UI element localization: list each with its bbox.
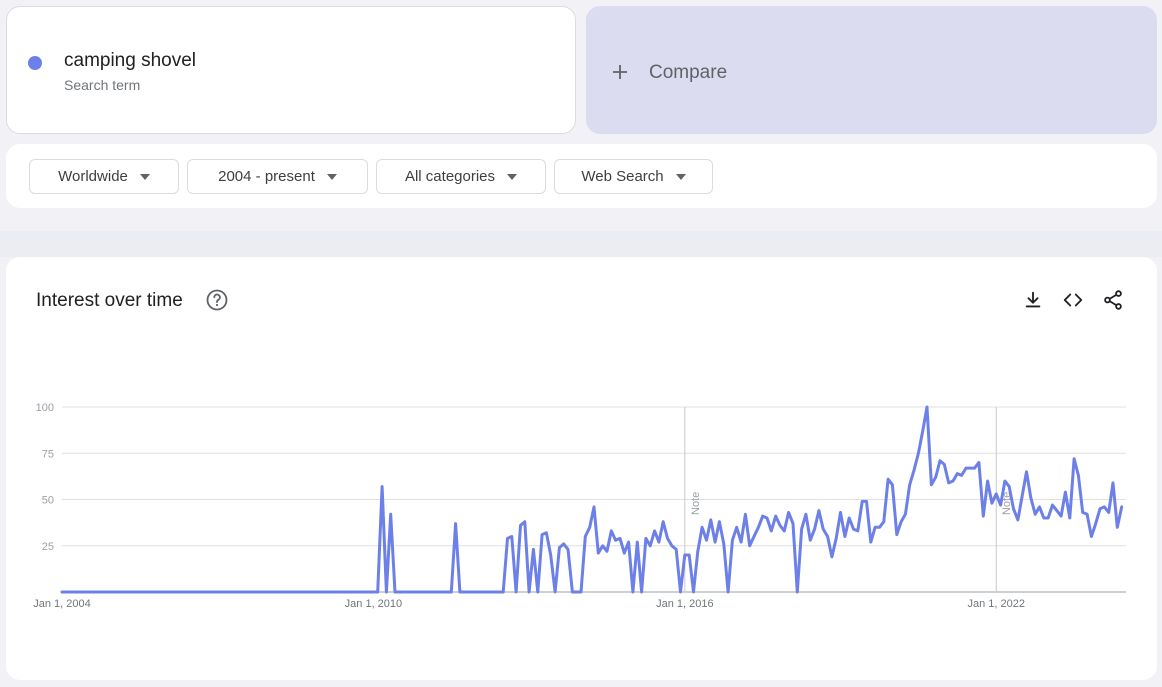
search-term-type: Search term	[64, 77, 141, 93]
y-tick-label: 50	[42, 495, 54, 507]
interest-over-time-card: Interest over time Note Note 100 75 50 25 Jan…	[6, 257, 1157, 680]
dropdown-arrow-icon	[326, 173, 337, 180]
interest-line-chart: Note Note 100755025Jan 1, 2004 Jan 1, 2010…	[33, 402, 1126, 610]
y-tick-label: 100	[36, 402, 54, 414]
x-tick-label: Jan 1, 2022	[967, 598, 1025, 610]
search-type-select-label: Web Search	[581, 168, 664, 185]
compare-label: Compare	[649, 62, 728, 83]
search-term-name[interactable]: camping shovel	[64, 50, 196, 72]
x-tick-label: Jan 1, 2010	[345, 598, 403, 610]
y-tick-label: 75	[42, 448, 54, 460]
region-select-label: Worldwide	[58, 168, 128, 185]
category-select-label: All categories	[404, 168, 496, 185]
compare-button[interactable]: Compare	[586, 6, 1157, 134]
x-tick-label: Jan 1, 2004	[33, 598, 91, 610]
search-term-card[interactable]: camping shovel Search term	[6, 6, 576, 134]
y-tick-label: 25	[42, 541, 54, 553]
time-range-select[interactable]: 2004 - present	[187, 159, 368, 194]
dropdown-arrow-icon	[675, 173, 686, 180]
x-tick-label: Jan 1, 2016	[656, 598, 714, 610]
search-type-select[interactable]: Web Search	[554, 159, 713, 194]
category-select[interactable]: All categories	[376, 159, 546, 194]
plus-icon	[613, 65, 627, 79]
dropdown-arrow-icon	[139, 173, 150, 180]
dropdown-arrow-icon	[507, 173, 518, 180]
filters-bar: Worldwide 2004 - present All categories …	[6, 144, 1157, 208]
time-range-select-label: 2004 - present	[218, 168, 315, 185]
region-select[interactable]: Worldwide	[29, 159, 179, 194]
section-divider	[0, 231, 1162, 257]
series-color-dot	[28, 56, 42, 70]
note-marker-label: Note	[690, 492, 702, 515]
